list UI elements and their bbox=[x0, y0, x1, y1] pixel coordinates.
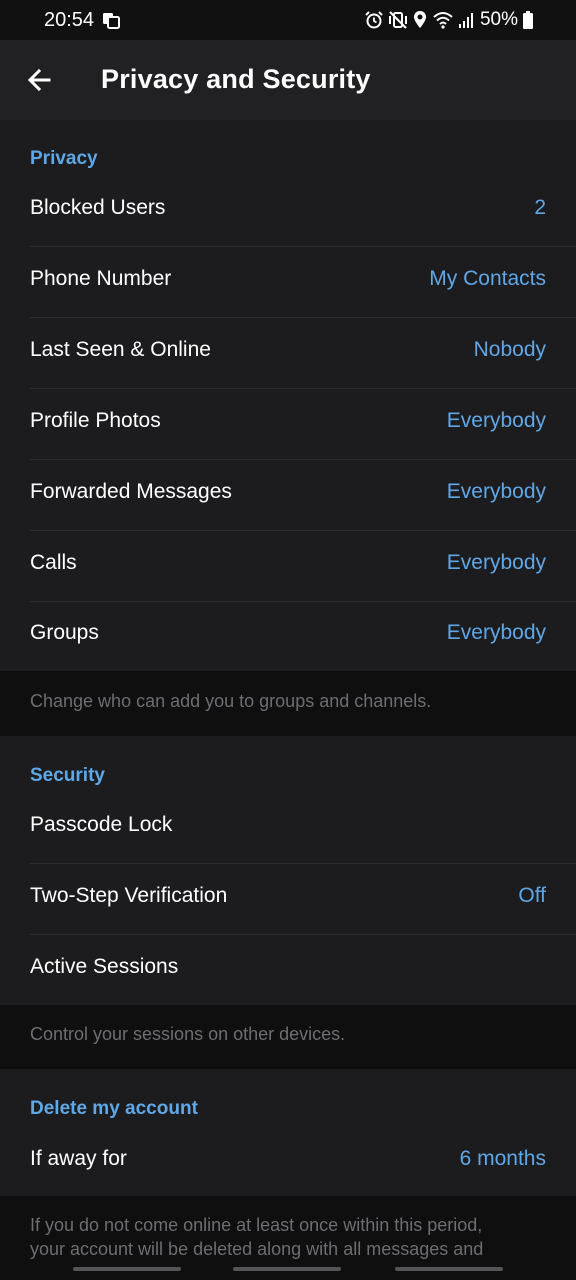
navigation-bar bbox=[0, 1260, 576, 1280]
row-value: Everybody bbox=[446, 551, 546, 574]
row-label: Groups bbox=[30, 621, 99, 644]
security-section: Security Passcode Lock Two-Step Verifica… bbox=[0, 736, 576, 1005]
row-value: Off bbox=[518, 884, 546, 907]
row-calls[interactable]: Calls Everybody bbox=[0, 531, 576, 602]
location-icon bbox=[413, 11, 426, 28]
wifi-icon bbox=[433, 12, 453, 29]
row-label: Phone Number bbox=[30, 267, 172, 290]
row-label: Forwarded Messages bbox=[30, 480, 232, 503]
row-value: 2 bbox=[534, 196, 546, 219]
screenshot-icon bbox=[103, 13, 120, 29]
row-last-seen[interactable]: Last Seen & Online Nobody bbox=[0, 318, 576, 389]
row-profile-photos[interactable]: Profile Photos Everybody bbox=[0, 389, 576, 460]
row-active-sessions[interactable]: Active Sessions bbox=[0, 935, 576, 1005]
row-label: Blocked Users bbox=[30, 196, 166, 219]
row-label: Two-Step Verification bbox=[30, 884, 228, 907]
row-if-away-for[interactable]: If away for 6 months bbox=[0, 1127, 576, 1196]
row-label: Active Sessions bbox=[30, 955, 179, 978]
delete-account-note-line-1: If you do not come online at least once … bbox=[30, 1215, 483, 1235]
row-passcode-lock[interactable]: Passcode Lock bbox=[0, 793, 576, 864]
nav-handle-center[interactable] bbox=[233, 1267, 341, 1271]
row-phone-number[interactable]: Phone Number My Contacts bbox=[0, 247, 576, 318]
row-value: Everybody bbox=[446, 621, 546, 644]
nav-handle-right[interactable] bbox=[395, 1267, 503, 1271]
status-icons: 50% bbox=[364, 8, 534, 32]
signal-icon bbox=[458, 13, 473, 28]
row-value: Everybody bbox=[446, 409, 546, 432]
delete-account-section: Delete my account If away for 6 months bbox=[0, 1069, 576, 1196]
security-section-header: Security bbox=[30, 765, 105, 786]
row-value: My Contacts bbox=[429, 267, 546, 290]
nav-handle-left[interactable] bbox=[73, 1267, 181, 1271]
alarm-icon bbox=[365, 11, 383, 29]
mute-vibrate-icon bbox=[388, 11, 407, 29]
row-blocked-users[interactable]: Blocked Users 2 bbox=[0, 176, 576, 247]
arrow-left-icon[interactable] bbox=[20, 60, 60, 100]
row-label: Passcode Lock bbox=[30, 813, 173, 836]
row-value: Nobody bbox=[473, 338, 546, 361]
privacy-section: Privacy Blocked Users 2 Phone Number My … bbox=[0, 120, 576, 671]
privacy-note: Change who can add you to groups and cha… bbox=[30, 691, 432, 711]
row-value: Everybody bbox=[446, 480, 546, 503]
status-bar: 20:54 50% bbox=[0, 0, 576, 40]
row-label: Last Seen & Online bbox=[30, 338, 211, 361]
battery-icon bbox=[523, 11, 533, 29]
security-note: Control your sessions on other devices. bbox=[30, 1024, 346, 1044]
delete-account-note-line-2: your account will be deleted along with … bbox=[30, 1239, 484, 1259]
row-label: Calls bbox=[30, 551, 77, 574]
status-time: 20:54 bbox=[44, 9, 95, 31]
row-two-step-verification[interactable]: Two-Step Verification Off bbox=[0, 864, 576, 935]
battery-percent: 50% bbox=[479, 9, 518, 30]
app-bar: Privacy and Security bbox=[0, 40, 576, 120]
row-label: Profile Photos bbox=[30, 409, 161, 432]
page-title: Privacy and Security bbox=[101, 64, 371, 94]
row-value: 6 months bbox=[459, 1147, 546, 1170]
delete-account-section-header: Delete my account bbox=[30, 1098, 198, 1119]
row-label: If away for bbox=[30, 1147, 127, 1170]
privacy-section-header: Privacy bbox=[30, 148, 98, 169]
row-groups[interactable]: Groups Everybody bbox=[0, 601, 576, 671]
row-forwarded-messages[interactable]: Forwarded Messages Everybody bbox=[0, 460, 576, 531]
